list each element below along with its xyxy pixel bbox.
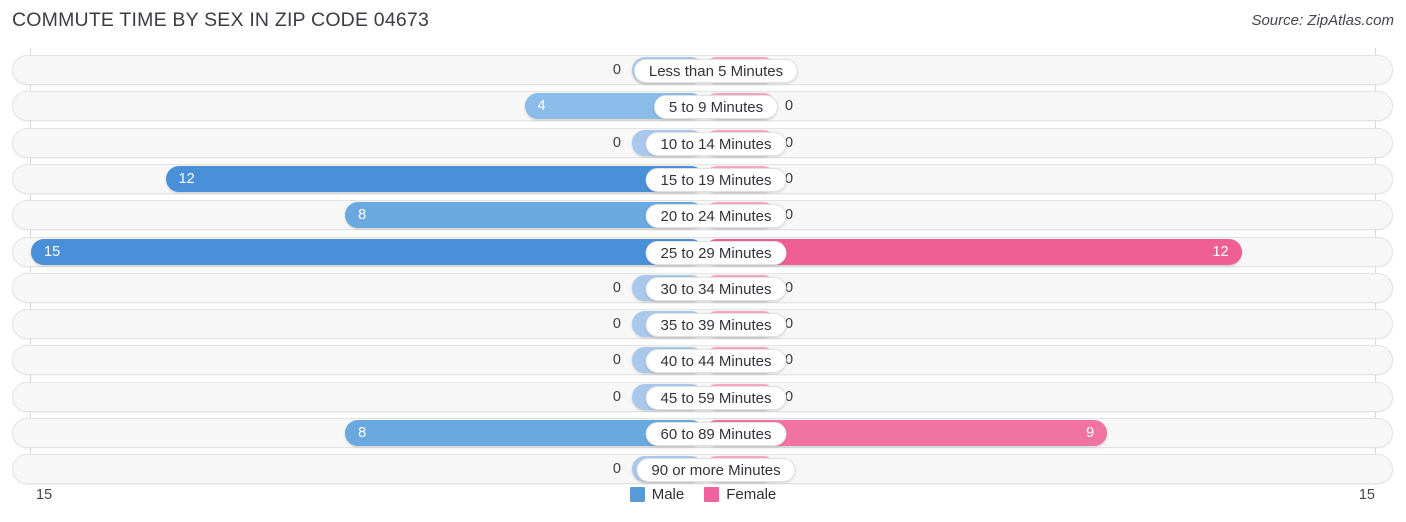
plot-area: 0 0 Less than 5 Minutes 4 0 5 to 9 Minutes 0 0 1… [0,48,1406,485]
legend-item-female[interactable]: Female [704,486,776,503]
bar-row: 0 0 30 to 34 Minutes [12,272,1393,303]
bar-row: 0090 or more Minutes [12,454,1393,485]
row-label: 20 to 24 Minutes [645,204,787,229]
legend-swatch-female [704,487,720,502]
legend-label-female: Female [726,486,777,503]
bar-value-female: 0 [785,98,794,115]
bar-male-3[interactable]: 12 [165,165,704,192]
bar-row: 15 12 25 to 29 Minutes [12,236,1393,267]
bar-value-male: 12 [178,170,195,187]
bar-value-male: 0 [612,62,621,78]
bar-row: 8 9 60 to 89 Minutes [12,418,1393,448]
row-label: Less than 5 Minutes [633,59,799,83]
bar-row: 8 0 20 to 24 Minutes [12,200,1393,231]
bar-male-5[interactable]: 15 [31,238,704,265]
row-label: 5 to 9 Minutes [653,95,779,120]
bar-row: 0 0 10 to 14 Minutes [12,127,1393,158]
bar-value-male: 8 [358,207,367,224]
row-label: 45 to 59 Minutes [645,385,787,410]
bar-value-male: 0 [612,316,621,333]
bar-value-female: 9 [1086,425,1095,441]
row-label: 30 to 34 Minutes [645,276,787,301]
bar-value-female: 12 [1212,243,1229,260]
legend-item-male[interactable]: Male [629,486,685,503]
chart-legend: Male Female [0,486,1406,503]
bar-row: 0 0 40 to 44 Minutes [12,345,1393,376]
bar-value-male: 8 [358,425,367,441]
bar-value-male: 0 [612,279,621,296]
bar-value-male: 4 [537,98,546,115]
source-attribution: Source: ZipAtlas.com [1251,12,1394,29]
page-title: COMMUTE TIME BY SEX IN ZIP CODE 04673 [12,9,430,31]
bar-row: 0 0 35 to 39 Minutes [12,309,1393,340]
bar-row: 00Less than 5 Minutes [12,55,1393,85]
row-label: 35 to 39 Minutes [645,313,787,338]
row-label: 15 to 19 Minutes [645,167,787,192]
row-label: 25 to 29 Minutes [645,240,787,265]
commute-time-bar-chart: COMMUTE TIME BY SEX IN ZIP CODE 04673 So… [0,0,1406,522]
row-label: 60 to 89 Minutes [645,422,787,446]
legend-label-male: Male [651,486,685,503]
bar-value-male: 0 [612,388,621,405]
bar-value-male: 0 [612,352,621,369]
bar-value-male: 15 [44,243,61,260]
bar-value-male: 0 [612,461,621,478]
bar-value-male: 0 [612,134,621,151]
legend-swatch-male [629,487,645,502]
row-label: 40 to 44 Minutes [645,349,787,374]
row-label: 90 or more Minutes [636,458,796,483]
bar-row: 4 0 5 to 9 Minutes [12,91,1393,122]
bar-row: 12 0 15 to 19 Minutes [12,163,1393,194]
bar-row: 0 0 45 to 59 Minutes [12,381,1393,412]
row-label: 10 to 14 Minutes [645,131,787,156]
